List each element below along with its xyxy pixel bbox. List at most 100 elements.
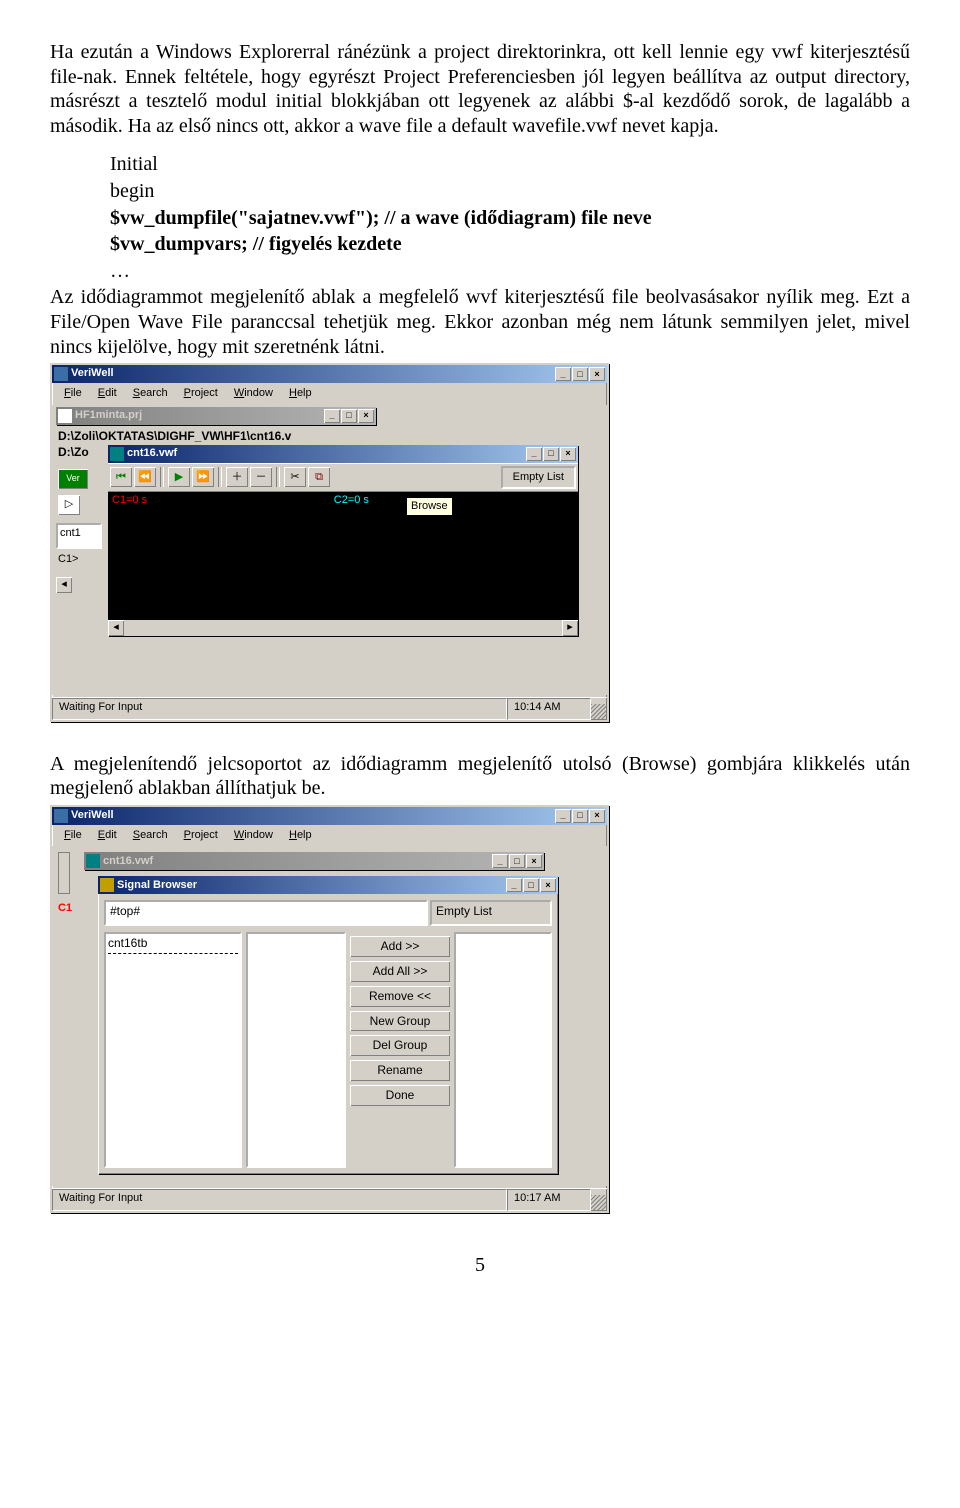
path-line-2: D:\Zo [58,445,89,460]
browse-tooltip: Browse [406,497,453,517]
signal-list[interactable] [246,932,346,1168]
scroll-right-icon[interactable]: ▸ [562,620,578,636]
signal-browser-window[interactable]: Signal Browser _ □ × #top# Empty List cn… [98,876,558,1174]
del-group-button[interactable]: Del Group [350,1035,450,1056]
minimize-button[interactable]: _ [492,854,508,868]
wave-window-bg[interactable]: cnt16.vwf _ □ × [84,852,544,870]
group-label: Empty List [430,900,552,926]
menu-project[interactable]: Project [176,385,226,403]
minimize-button[interactable]: _ [526,447,542,461]
status-text: Waiting For Input [52,1189,507,1211]
wave-icon [86,854,100,868]
code-line-4: $vw_dumpvars; // figyelés kezdete [110,232,910,257]
tree-divider [108,953,238,954]
mdi-client: HF1minta.prj _ □ × D:\Zoli\OKTATAS\DIGHF… [52,405,607,695]
status-time: 10:17 AM [507,1189,591,1211]
tool-first-icon[interactable]: ⏮ [110,467,132,487]
maximize-button[interactable]: □ [523,878,539,892]
status-text: Waiting For Input [52,698,507,720]
resize-grip-icon[interactable] [591,1195,607,1211]
app-window-1: VeriWell _ □ × File Edit Search Project … [50,363,609,722]
paragraph-2: Az idődiagrammot megjelenítő ablak a meg… [50,285,910,359]
close-button[interactable]: × [589,809,605,823]
menu-edit[interactable]: Edit [90,385,125,403]
signal-browser-title: Signal Browser [117,879,506,893]
project-window[interactable]: HF1minta.prj _ □ × [56,407,376,425]
tool-prev-icon[interactable]: ⏪ [134,467,156,487]
close-button[interactable]: × [589,367,605,381]
menubar: File Edit Search Project Window Help [52,825,607,847]
wave-cursor-bar: C1=0 s C2=0 s [108,492,578,510]
path-line-1: D:\Zoli\OKTATAS\DIGHF_VW\HF1\cnt16.v [58,429,291,444]
code-line-2: begin [110,179,910,204]
cursor-2-label: C2=0 s [334,494,369,508]
menu-file[interactable]: File [56,827,90,845]
menu-window[interactable]: Window [226,827,281,845]
add-button[interactable]: Add >> [350,936,450,957]
tool-cut-icon[interactable]: ✂ [284,467,306,487]
menu-help[interactable]: Help [281,385,320,403]
c1-stub: C1 [58,902,72,916]
maximize-button[interactable]: □ [572,809,588,823]
maximize-button[interactable]: □ [509,854,525,868]
menu-help[interactable]: Help [281,827,320,845]
code-line-1: Initial [110,152,910,177]
resize-grip-icon[interactable] [591,704,607,720]
paragraph-3: A megjelenítendő jelcsoportot az idődiag… [50,752,910,801]
hierarchy-tree[interactable]: cnt16tb [104,932,242,1168]
wave-toolbar: ⏮ ⏪ ▶ ⏩ ＋ － ✂ ⧉ Empty List [108,463,578,493]
maximize-button[interactable]: □ [543,447,559,461]
tool-browse-icon[interactable]: ⧉ [308,467,330,487]
menu-file[interactable]: File [56,385,90,403]
menubar: File Edit Search Project Window Help [52,383,607,405]
new-group-button[interactable]: New Group [350,1011,450,1032]
remove-button[interactable]: Remove << [350,986,450,1007]
titlebar[interactable]: VeriWell _ □ × [52,365,607,383]
menu-project[interactable]: Project [176,827,226,845]
done-button[interactable]: Done [350,1085,450,1106]
tool-zoom-out-icon[interactable]: － [250,467,272,487]
scope-field[interactable]: #top# [104,900,428,926]
close-button[interactable]: × [560,447,576,461]
play-icon[interactable]: ▷ [58,495,80,515]
button-column: Add >> Add All >> Remove << New Group De… [350,932,450,1168]
titlebar[interactable]: VeriWell _ □ × [52,807,607,825]
app-icon [54,809,68,823]
code-line-3: $vw_dumpfile("sajatnev.vwf"); // a wave … [110,206,910,231]
minimize-button[interactable]: _ [324,409,340,423]
mdi-client: C1 cnt16.vwf _ □ × Signal Browser _ □ [52,846,607,1186]
tool-zoom-in-icon[interactable]: ＋ [226,467,248,487]
minimize-button[interactable]: _ [555,809,571,823]
prompt-label: C1> [58,553,79,567]
wave-canvas[interactable] [108,510,578,620]
add-all-button[interactable]: Add All >> [350,961,450,982]
menu-edit[interactable]: Edit [90,827,125,845]
ver-icon[interactable]: Ver [58,469,88,489]
tool-play-icon[interactable]: ▶ [168,467,190,487]
wave-title: cnt16.vwf [103,855,492,869]
scroll-left-icon[interactable]: ◂ [108,620,124,636]
menu-search[interactable]: Search [125,827,176,845]
close-button[interactable]: × [526,854,542,868]
close-button[interactable]: × [540,878,556,892]
page-number: 5 [50,1253,910,1278]
cursor-1-label: C1=0 s [112,494,334,508]
maximize-button[interactable]: □ [341,409,357,423]
app-title: VeriWell [71,809,555,823]
tool-next-icon[interactable]: ⏩ [192,467,214,487]
menu-search[interactable]: Search [125,385,176,403]
close-button[interactable]: × [358,409,374,423]
app-window-2: VeriWell _ □ × File Edit Search Project … [50,805,609,1214]
cnt-cell: cnt1 [56,523,102,549]
menu-window[interactable]: Window [226,385,281,403]
rename-button[interactable]: Rename [350,1060,450,1081]
wave-icon [110,447,124,461]
wave-window[interactable]: cnt16.vwf _ □ × ⏮ ⏪ ▶ ⏩ ＋ － ✂ ⧉ [108,445,578,636]
tree-item[interactable]: cnt16tb [108,936,238,951]
minimize-button[interactable]: _ [506,878,522,892]
minimize-button[interactable]: _ [555,367,571,381]
browser-icon [100,878,114,892]
scroll-left-icon[interactable]: ◂ [56,577,72,593]
group-list[interactable] [454,932,552,1168]
maximize-button[interactable]: □ [572,367,588,381]
